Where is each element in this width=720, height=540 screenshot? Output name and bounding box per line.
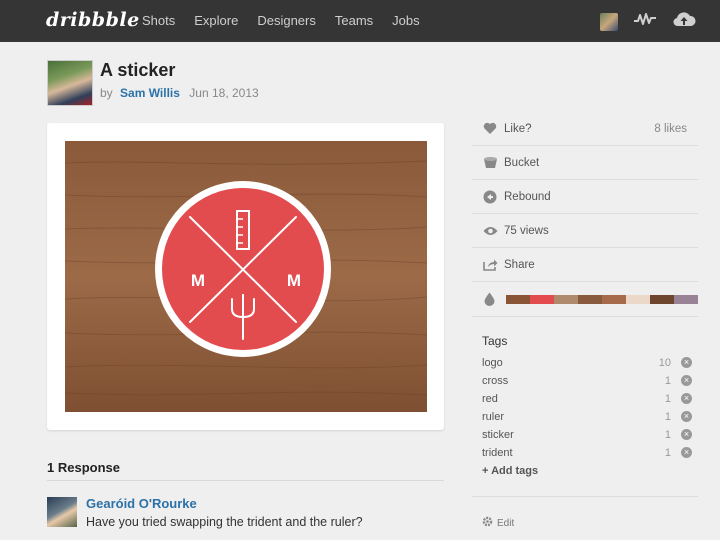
palette-swatch[interactable] (505, 294, 530, 304)
sticker-letter-right: M (287, 271, 301, 290)
responder-avatar[interactable] (47, 497, 77, 527)
shot-title: A sticker (100, 60, 176, 80)
sidebar-divider (472, 496, 698, 497)
tag-row: trident 1 × (482, 446, 692, 464)
remove-tag-icon[interactable]: × (681, 393, 692, 404)
author-link[interactable]: Sam Willis (120, 86, 180, 100)
by-label: by (100, 86, 113, 100)
remove-tag-icon[interactable]: × (681, 375, 692, 386)
rebound-row[interactable]: Rebound (472, 180, 698, 214)
remove-tag-icon[interactable]: × (681, 357, 692, 368)
tag-name[interactable]: trident (482, 447, 513, 459)
top-icons (600, 11, 696, 32)
activity-icon[interactable] (634, 12, 656, 31)
tags-heading: Tags (482, 334, 508, 348)
main-nav: Shots Explore Designers Teams Jobs (142, 13, 439, 28)
shot-date: Jun 18, 2013 (189, 86, 259, 100)
rebound-label[interactable]: Rebound (504, 191, 551, 203)
palette-swatch[interactable] (577, 294, 602, 304)
tag-count: 1 (664, 429, 671, 441)
shot-card: M M (47, 123, 444, 430)
gear-icon (482, 516, 493, 530)
tag-name[interactable]: sticker (482, 429, 514, 441)
palette-swatch[interactable] (626, 294, 651, 304)
nav-designers[interactable]: Designers (257, 13, 316, 28)
shot-sidebar: Like? 8 likes Bucket Rebound 75 views Sh… (472, 112, 699, 317)
top-navbar: dribbble Shots Explore Designers Teams J… (0, 0, 720, 42)
palette-swatch[interactable] (601, 294, 626, 304)
share-row[interactable]: Share (472, 248, 698, 282)
remove-tag-icon[interactable]: × (681, 447, 692, 458)
color-palette-row (472, 282, 699, 317)
responses-divider (47, 480, 444, 481)
tag-row: cross 1 × (482, 374, 692, 392)
views-label: 75 views (504, 224, 549, 237)
tag-name[interactable]: ruler (482, 411, 504, 423)
heart-icon (482, 121, 498, 137)
tag-row: logo 10 × (482, 356, 692, 374)
responder-name[interactable]: Gearóid O'Rourke (86, 496, 197, 511)
likes-count[interactable]: 8 likes (654, 123, 687, 135)
nav-shots[interactable]: Shots (142, 13, 175, 28)
edit-label[interactable]: Edit (497, 518, 514, 529)
like-row[interactable]: Like? 8 likes (472, 112, 698, 146)
byline: by Sam Willis Jun 18, 2013 (100, 86, 259, 100)
tag-row: red 1 × (482, 392, 692, 410)
palette-swatch[interactable] (529, 294, 554, 304)
tag-name[interactable]: logo (482, 357, 503, 369)
tag-row: ruler 1 × (482, 410, 692, 428)
tag-count: 1 (664, 411, 671, 423)
nav-explore[interactable]: Explore (194, 13, 238, 28)
tag-name[interactable]: red (482, 393, 498, 405)
dribbble-logo[interactable]: dribbble (46, 9, 140, 31)
bucket-row[interactable]: Bucket (472, 146, 698, 180)
bucket-label[interactable]: Bucket (504, 157, 539, 169)
responses-heading: 1 Response (47, 460, 120, 475)
nav-teams[interactable]: Teams (335, 13, 373, 28)
tag-count: 10 (658, 357, 671, 369)
share-label[interactable]: Share (504, 259, 535, 271)
bucket-icon (482, 155, 498, 171)
eye-icon (482, 223, 498, 239)
color-palette (505, 294, 699, 304)
palette-swatch[interactable] (650, 294, 675, 304)
like-label[interactable]: Like? (504, 123, 532, 135)
tag-count: 1 (664, 447, 671, 459)
response-text: Have you tried swapping the trident and … (86, 515, 363, 529)
rebound-icon (482, 189, 498, 205)
color-drop-icon (482, 291, 498, 307)
author-avatar[interactable] (47, 60, 93, 106)
share-icon (482, 257, 498, 273)
sticker-letter-left: M (191, 271, 205, 290)
add-tags-link[interactable]: + Add tags (482, 465, 538, 477)
palette-swatch[interactable] (553, 294, 578, 304)
tag-count: 1 (664, 393, 671, 405)
tag-row: sticker 1 × (482, 428, 692, 446)
upload-cloud-icon[interactable] (672, 11, 696, 32)
remove-tag-icon[interactable]: × (681, 429, 692, 440)
remove-tag-icon[interactable]: × (681, 411, 692, 422)
shot-image[interactable]: M M (65, 141, 427, 412)
nav-jobs[interactable]: Jobs (392, 13, 419, 28)
user-avatar[interactable] (600, 12, 618, 31)
palette-swatch[interactable] (674, 294, 699, 304)
edit-link[interactable]: Edit (482, 516, 514, 530)
tag-name[interactable]: cross (482, 375, 508, 387)
views-row: 75 views (472, 214, 698, 248)
tag-count: 1 (664, 375, 671, 387)
